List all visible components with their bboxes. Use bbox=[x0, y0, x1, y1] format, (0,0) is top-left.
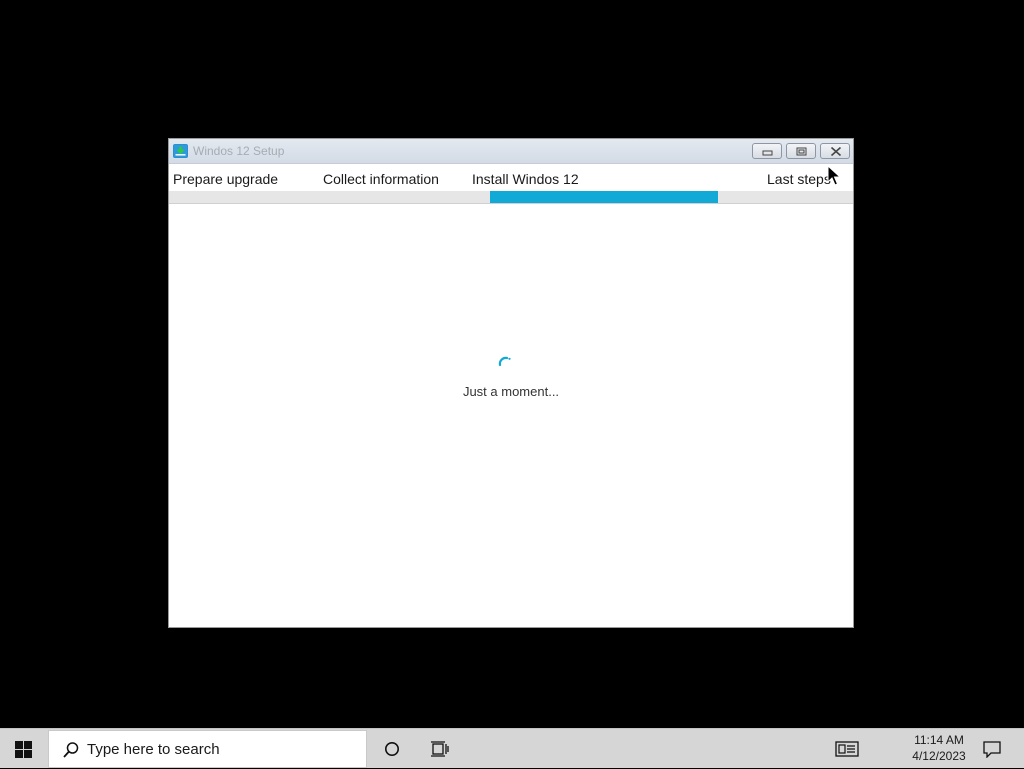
window-title: Windos 12 Setup bbox=[193, 144, 285, 158]
step-progress-bar bbox=[169, 191, 853, 204]
step-prepare-upgrade: Prepare upgrade bbox=[173, 171, 279, 187]
close-button[interactable] bbox=[820, 143, 850, 159]
notification-center-button[interactable] bbox=[968, 729, 1016, 769]
windows-start-icon bbox=[15, 741, 32, 758]
cortana-button[interactable] bbox=[368, 729, 416, 769]
clock-date: 4/12/2023 bbox=[912, 749, 966, 763]
search-input[interactable] bbox=[87, 739, 357, 759]
setup-content: Just a moment... bbox=[169, 204, 853, 627]
active-step-indicator bbox=[490, 191, 718, 203]
notification-icon bbox=[983, 741, 1001, 758]
news-icon bbox=[835, 741, 859, 757]
title-bar[interactable]: Windos 12 Setup bbox=[169, 139, 853, 164]
taskbar-search-box[interactable] bbox=[48, 730, 367, 768]
taskbar: 11:14 AM 4/12/2023 bbox=[0, 728, 1024, 768]
setup-app-icon bbox=[173, 144, 188, 158]
loading-spinner-icon bbox=[498, 356, 511, 367]
step-install: Install Windos 12 bbox=[472, 171, 579, 187]
minimize-button[interactable] bbox=[752, 143, 782, 159]
clock-time: 11:14 AM bbox=[914, 733, 964, 747]
setup-window: Windos 12 Setup Prepare upgrade Collect … bbox=[168, 138, 854, 628]
task-view-button[interactable] bbox=[416, 729, 464, 769]
maximize-button[interactable] bbox=[786, 143, 816, 159]
status-text: Just a moment... bbox=[462, 384, 560, 399]
system-clock[interactable]: 11:14 AM 4/12/2023 bbox=[900, 732, 978, 764]
mouse-cursor-icon bbox=[827, 165, 841, 186]
setup-steps: Prepare upgrade Collect information Inst… bbox=[169, 163, 853, 191]
task-view-icon bbox=[431, 741, 449, 757]
start-button[interactable] bbox=[0, 729, 48, 769]
cortana-icon bbox=[385, 742, 399, 756]
news-and-interests-button[interactable] bbox=[822, 729, 870, 769]
step-collect-information: Collect information bbox=[323, 171, 439, 187]
step-last-steps: Last steps bbox=[767, 171, 831, 187]
search-icon bbox=[63, 742, 79, 758]
